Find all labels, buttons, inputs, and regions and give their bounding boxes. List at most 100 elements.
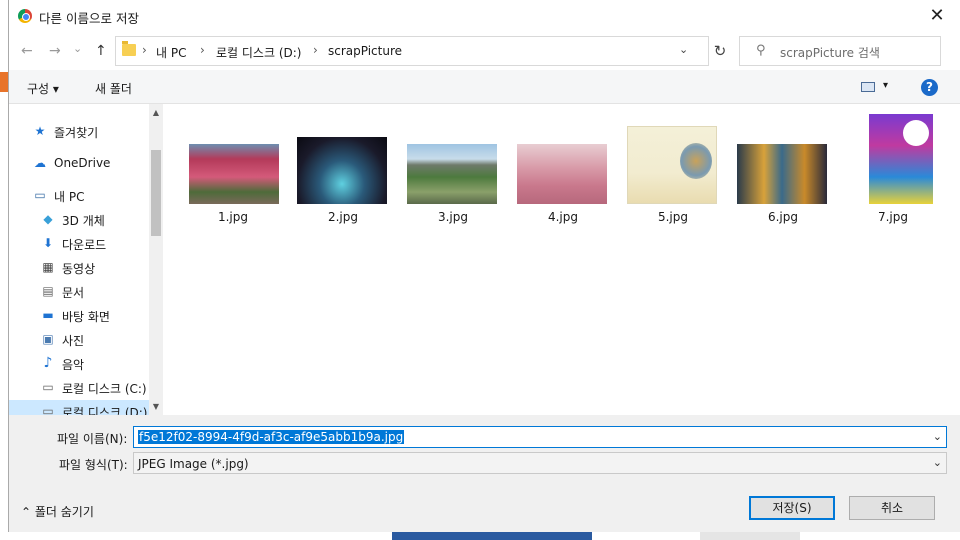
save-as-dialog: 다른 이름으로 저장 ✕ ← → ⌄ ↑ › 내 PC › 로컬 디스크 (D:… — [8, 0, 960, 532]
cube-icon: ◆ — [43, 212, 53, 226]
sidebar-item-label: 바탕 화면 — [62, 310, 110, 324]
breadcrumb-item[interactable]: scrapPicture — [328, 44, 402, 58]
dialog-title: 다른 이름으로 저장 — [39, 11, 139, 26]
computer-icon: ▭ — [34, 188, 46, 202]
picture-icon: ▣ — [42, 332, 54, 346]
breadcrumb-separator: › — [313, 43, 318, 57]
cloud-icon: ☁ — [34, 156, 46, 170]
sidebar-item-label: 로컬 디스크 (C:) — [62, 382, 147, 396]
sidebar-item-label: 3D 개체 — [62, 214, 105, 228]
sidebar-item-documents[interactable]: ▤ 문서 — [9, 280, 149, 302]
sidebar-item-label: 음악 — [62, 358, 85, 372]
refresh-icon[interactable]: ↻ — [704, 36, 736, 66]
folder-icon — [122, 41, 136, 56]
file-item[interactable]: 6.jpg — [733, 104, 833, 234]
file-list: 1.jpg 2.jpg 3.jpg 4.jpg 5.jpg 6.jpg 7.jp… — [163, 104, 960, 415]
file-item[interactable]: 2.jpg — [293, 104, 393, 234]
recent-locations-icon[interactable]: ⌄ — [73, 42, 82, 55]
address-row: ← → ⌄ ↑ › 내 PC › 로컬 디스크 (D:) › scrapPict… — [9, 32, 960, 70]
file-name: 2.jpg — [327, 210, 359, 224]
save-button[interactable]: 저장(S) — [749, 496, 835, 520]
file-thumbnail — [627, 126, 717, 204]
close-icon[interactable]: ✕ — [925, 4, 949, 28]
sidebar-item-favorites[interactable]: ★ 즐겨찾기 — [9, 120, 149, 142]
sidebar-item-label: OneDrive — [54, 156, 111, 170]
filename-label: 파일 이름(N): — [57, 432, 128, 446]
file-thumbnail — [869, 114, 933, 204]
sidebar-item-downloads[interactable]: ⬇ 다운로드 — [9, 232, 149, 254]
search-input[interactable]: ⚲ scrapPicture 검색 — [739, 36, 941, 66]
file-name: 7.jpg — [877, 210, 909, 224]
address-bar[interactable]: › 내 PC › 로컬 디스크 (D:) › scrapPicture ⌄ — [115, 36, 709, 66]
chevron-down-icon[interactable]: ⌄ — [933, 456, 942, 469]
search-icon: ⚲ — [756, 43, 766, 58]
file-name: 1.jpg — [217, 210, 249, 224]
star-icon: ★ — [34, 124, 46, 138]
scrollbar-thumb[interactable] — [151, 150, 161, 236]
view-dropdown-icon[interactable]: ▾ — [883, 80, 888, 91]
sidebar-scrollbar[interactable]: ▲ ▼ — [149, 104, 163, 415]
search-placeholder: scrapPicture 검색 — [780, 46, 880, 60]
file-thumbnail — [189, 144, 279, 204]
file-name: 4.jpg — [547, 210, 579, 224]
breadcrumb-item[interactable]: 로컬 디스크 (D:) — [216, 44, 301, 61]
up-arrow-icon[interactable]: ↑ — [95, 43, 107, 59]
sidebar-item-desktop[interactable]: ▬ 바탕 화면 — [9, 304, 149, 326]
download-icon: ⬇ — [42, 236, 54, 250]
breadcrumb-item[interactable]: 내 PC — [156, 44, 186, 61]
filename-value: f5e12f02-8994-4f9d-af3c-af9e5abb1b9a.jpg — [138, 430, 405, 444]
filename-field[interactable]: f5e12f02-8994-4f9d-af3c-af9e5abb1b9a.jpg… — [133, 426, 947, 448]
sidebar-item-label: 문서 — [62, 286, 85, 300]
back-arrow-icon[interactable]: ← — [21, 43, 33, 59]
file-name: 3.jpg — [437, 210, 469, 224]
sidebar-item-label: 동영상 — [62, 262, 96, 276]
navigation-pane: ★ 즐겨찾기 ☁ OneDrive ▭ 내 PC ◆ 3D 개체 ⬇ 다운로드 … — [9, 104, 163, 415]
desktop-icon: ▬ — [42, 308, 54, 322]
chevron-down-icon[interactable]: ⌄ — [679, 43, 688, 56]
film-icon: ▦ — [42, 260, 54, 274]
chrome-icon — [18, 9, 32, 23]
scroll-up-icon[interactable]: ▲ — [151, 108, 161, 117]
filetype-label: 파일 형식(T): — [59, 458, 128, 472]
file-item[interactable]: 4.jpg — [513, 104, 613, 234]
sidebar-item-label: 내 PC — [54, 190, 85, 204]
sidebar-item-pictures[interactable]: ▣ 사진 — [9, 328, 149, 350]
drive-icon: ▭ — [42, 380, 54, 394]
sidebar-item-this-pc[interactable]: ▭ 내 PC — [9, 184, 149, 206]
file-name: 5.jpg — [657, 210, 689, 224]
file-thumbnail — [407, 144, 497, 204]
file-name: 6.jpg — [767, 210, 799, 224]
document-icon: ▤ — [42, 284, 54, 298]
help-icon[interactable]: ? — [921, 79, 938, 96]
background-accent — [0, 72, 8, 92]
view-options-icon[interactable] — [861, 82, 875, 92]
thumbnail-detail — [680, 143, 712, 179]
sidebar-item-onedrive[interactable]: ☁ OneDrive — [9, 152, 149, 174]
sidebar-item-label: 즐겨찾기 — [54, 126, 99, 140]
cancel-button[interactable]: 취소 — [849, 496, 935, 520]
file-thumbnail — [517, 144, 607, 204]
drive-icon: ▭ — [42, 404, 54, 415]
sidebar-item-drive-c[interactable]: ▭ 로컬 디스크 (C:) — [9, 376, 149, 398]
sidebar-item-3d-objects[interactable]: ◆ 3D 개체 — [9, 208, 149, 230]
save-form: 파일 이름(N): f5e12f02-8994-4f9d-af3c-af9e5a… — [9, 415, 960, 485]
file-item[interactable]: 3.jpg — [403, 104, 503, 234]
scroll-down-icon[interactable]: ▼ — [151, 402, 161, 411]
sidebar-item-drive-d[interactable]: ▭ 로컬 디스크 (D:) — [9, 400, 149, 415]
thumbnail-detail — [903, 120, 929, 146]
organize-menu[interactable]: 구성 ▾ — [27, 80, 59, 97]
chevron-down-icon[interactable]: ⌄ — [933, 430, 942, 443]
hide-folders-button[interactable]: ⌃ 폴더 숨기기 — [21, 503, 94, 520]
file-item[interactable]: 5.jpg — [623, 104, 723, 234]
sidebar-item-videos[interactable]: ▦ 동영상 — [9, 256, 149, 278]
sidebar-item-music[interactable]: ♪ 음악 — [9, 352, 149, 374]
file-item[interactable]: 1.jpg — [183, 104, 283, 234]
filetype-select[interactable]: JPEG Image (*.jpg) ⌄ — [133, 452, 947, 474]
sidebar-item-label: 로컬 디스크 (D:) — [62, 406, 148, 415]
filetype-value: JPEG Image (*.jpg) — [138, 457, 249, 471]
forward-arrow-icon[interactable]: → — [49, 43, 61, 59]
new-folder-button[interactable]: 새 폴더 — [95, 80, 132, 97]
breadcrumb-separator: › — [142, 43, 147, 57]
breadcrumb-separator: › — [200, 43, 205, 57]
file-item[interactable]: 7.jpg — [843, 104, 943, 234]
